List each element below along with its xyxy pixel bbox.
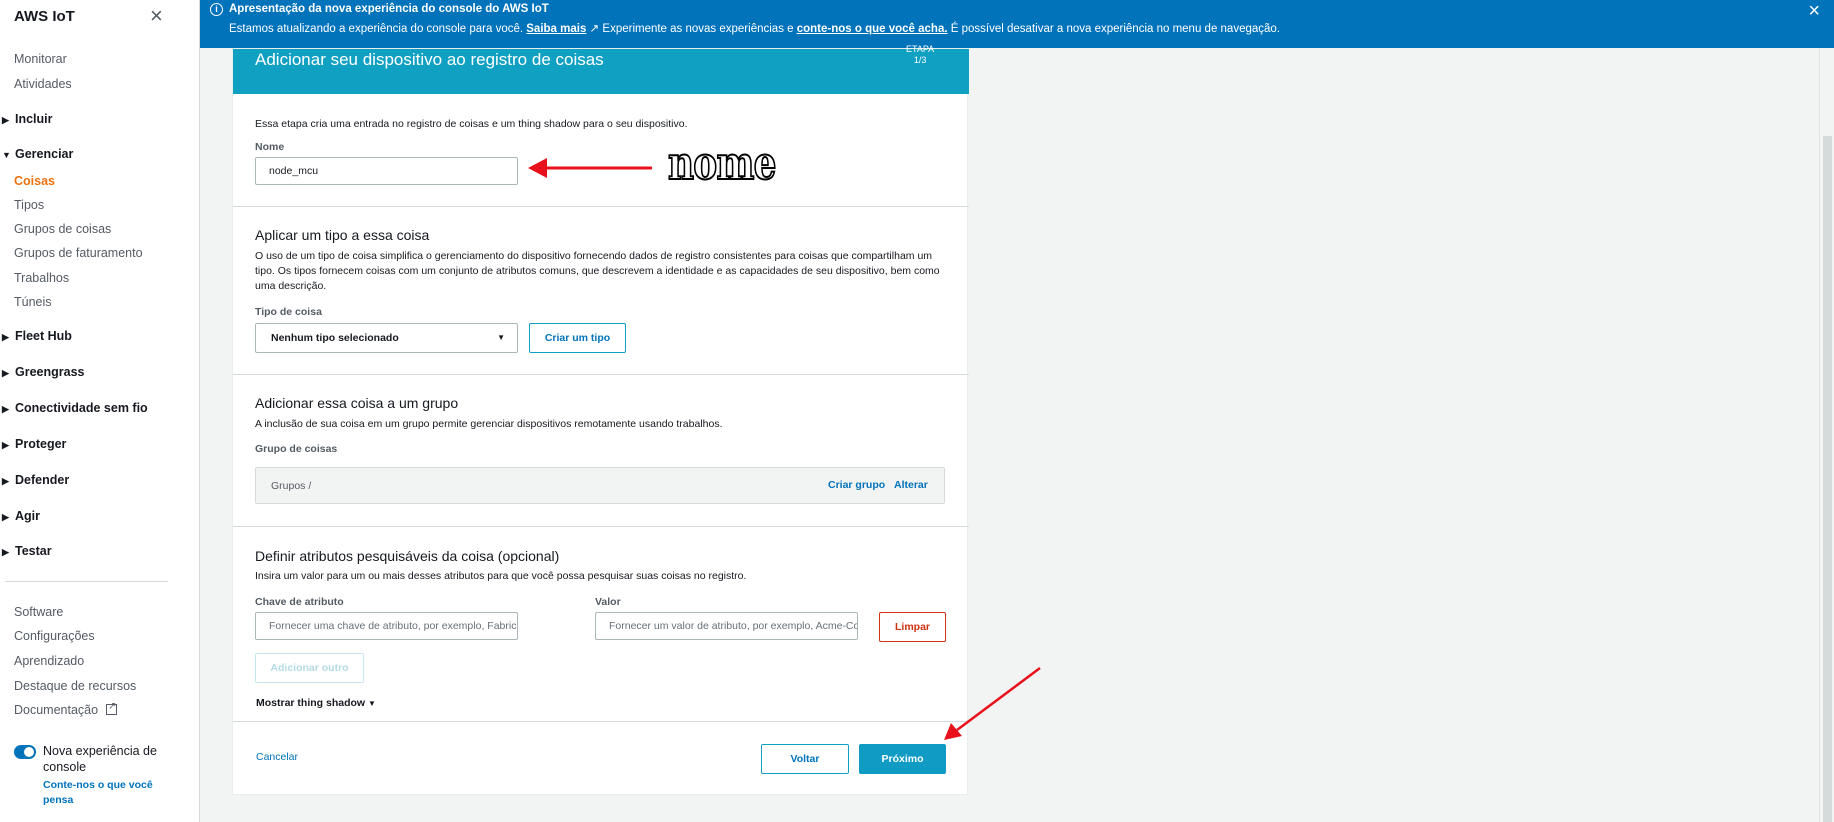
- external-link-icon: ↗: [586, 23, 600, 35]
- back-button[interactable]: Voltar: [761, 744, 849, 774]
- sidebar-section-defender[interactable]: ▶ Defender: [2, 473, 69, 487]
- attribute-key-input[interactable]: Fornecer uma chave de atributo, por exem…: [255, 612, 518, 640]
- section-divider: [233, 206, 969, 207]
- banner-title: Apresentação da nova experiência do cons…: [229, 3, 549, 15]
- attribute-value-label: Valor: [595, 596, 621, 608]
- page-scrollbar[interactable]: [1819, 48, 1834, 822]
- sidebar-item-monitorar[interactable]: Monitorar: [14, 52, 67, 66]
- toggle-label: Nova experiência de console: [43, 744, 157, 774]
- attributes-heading: Definir atributos pesquisáveis da coisa …: [255, 548, 560, 564]
- clear-button[interactable]: Limpar: [879, 612, 946, 642]
- name-input[interactable]: node_mcu: [255, 157, 518, 185]
- caret-down-icon: ▼: [497, 333, 505, 342]
- feedback-link[interactable]: Conte-nos o que você pensa: [43, 778, 163, 808]
- create-type-button[interactable]: Criar um tipo: [529, 323, 626, 353]
- change-group-link[interactable]: Alterar: [894, 479, 928, 491]
- sidebar-item-configuracoes[interactable]: Configurações: [14, 629, 95, 643]
- sidebar-section-proteger[interactable]: ▶ Proteger: [2, 437, 66, 451]
- sidebar-item-trabalhos[interactable]: Trabalhos: [14, 271, 69, 285]
- panel-header: Adicionar seu dispositivo ao registro de…: [233, 44, 969, 94]
- step-indicator: ETAPA 1/3: [906, 44, 935, 65]
- section-divider: [233, 721, 969, 722]
- create-group-link[interactable]: Criar grupo: [828, 479, 885, 491]
- caret-right-icon: ▶: [2, 115, 9, 125]
- add-attribute-button[interactable]: Adicionar outro: [255, 653, 364, 683]
- group-description: A inclusão de sua coisa em um grupo perm…: [255, 418, 723, 430]
- caret-right-icon: ▶: [2, 547, 9, 557]
- sidebar-item-documentacao[interactable]: Documentação: [14, 701, 118, 717]
- scroll-thumb[interactable]: [1823, 136, 1832, 822]
- next-button[interactable]: Próximo: [859, 744, 946, 774]
- attribute-value-input[interactable]: Fornecer um valor de atributo, por exemp…: [595, 612, 858, 640]
- sidebar-section-incluir[interactable]: ▶ Incluir: [2, 112, 53, 126]
- sidebar-item-software[interactable]: Software: [14, 605, 63, 619]
- attribute-key-label: Chave de atributo: [255, 596, 344, 608]
- intro-text: Essa etapa cria uma entrada no registro …: [255, 118, 688, 130]
- saiba-mais-link[interactable]: Saiba mais: [526, 23, 586, 35]
- attributes-description: Insira um valor para um ou mais desses a…: [255, 570, 747, 582]
- sidebar-item-atividades[interactable]: Atividades: [14, 77, 72, 91]
- sidebar-item-destaque-de-recursos[interactable]: Destaque de recursos: [14, 679, 136, 693]
- caret-right-icon: ▶: [2, 368, 9, 378]
- caret-right-icon: ▶: [2, 512, 9, 522]
- sidebar-item-tipos[interactable]: Tipos: [14, 198, 44, 212]
- external-link-icon: [106, 701, 118, 715]
- caret-down-icon: ▼: [368, 699, 376, 708]
- type-description: O uso de um tipo de coisa simplifica o g…: [255, 250, 940, 292]
- caret-right-icon: ▶: [2, 440, 9, 450]
- section-divider: [233, 526, 969, 527]
- group-heading: Adicionar essa coisa a um grupo: [255, 395, 459, 411]
- sidebar-section-gerenciar[interactable]: ▼ Gerenciar: [2, 147, 73, 161]
- cancel-link[interactable]: Cancelar: [256, 751, 298, 763]
- sidebar-item-grupos-de-coisas[interactable]: Grupos de coisas: [14, 222, 111, 236]
- caret-right-icon: ▶: [2, 404, 9, 414]
- show-thing-shadow-toggle[interactable]: Mostrar thing shadow ▼: [256, 697, 376, 709]
- section-divider: [233, 374, 969, 375]
- register-thing-panel: Adicionar seu dispositivo ao registro de…: [232, 44, 969, 795]
- sidebar-section-agir[interactable]: ▶ Agir: [2, 509, 40, 523]
- group-path: Grupos /: [271, 480, 312, 492]
- new-experience-toggle[interactable]: [14, 745, 36, 759]
- name-label: Nome: [255, 141, 285, 153]
- sidebar-item-grupos-de-faturamento[interactable]: Grupos de faturamento: [14, 246, 143, 260]
- close-icon[interactable]: ×: [1808, 0, 1820, 22]
- thing-type-select[interactable]: Nenhum tipo selecionado ▼: [255, 323, 518, 353]
- sidebar-item-aprendizado[interactable]: Aprendizado: [14, 654, 84, 668]
- type-label: Tipo de coisa: [255, 306, 322, 318]
- info-banner: i Apresentação da nova experiência do co…: [200, 0, 1834, 48]
- sidebar-section-fleet-hub[interactable]: ▶ Fleet Hub: [2, 329, 72, 343]
- sidebar-item-tuneis[interactable]: Túneis: [14, 295, 52, 309]
- info-icon: i: [210, 3, 223, 16]
- banner-text: Estamos atualizando a experiência do con…: [229, 23, 1280, 35]
- feedback-banner-link[interactable]: conte-nos o que você acha.: [797, 23, 948, 35]
- sidebar: AWS IoT × Monitorar Atividades ▶ Incluir …: [0, 0, 200, 822]
- caret-right-icon: ▶: [2, 332, 9, 342]
- sidebar-section-testar[interactable]: ▶ Testar: [2, 544, 52, 558]
- annotation-text: nome: [667, 136, 777, 190]
- caret-down-icon: ▼: [2, 150, 11, 160]
- close-icon[interactable]: ×: [150, 3, 163, 29]
- sidebar-divider: [5, 581, 168, 582]
- sidebar-section-conectividade[interactable]: ▶ Conectividade sem fio: [2, 401, 148, 415]
- sidebar-title: AWS IoT: [14, 8, 75, 25]
- page-title: Adicionar seu dispositivo ao registro de…: [255, 50, 604, 69]
- caret-right-icon: ▶: [2, 476, 9, 486]
- type-heading: Aplicar um tipo a essa coisa: [255, 227, 430, 243]
- sidebar-item-coisas[interactable]: Coisas: [14, 174, 55, 188]
- group-label: Grupo de coisas: [255, 443, 338, 455]
- sidebar-section-greengrass[interactable]: ▶ Greengrass: [2, 365, 84, 379]
